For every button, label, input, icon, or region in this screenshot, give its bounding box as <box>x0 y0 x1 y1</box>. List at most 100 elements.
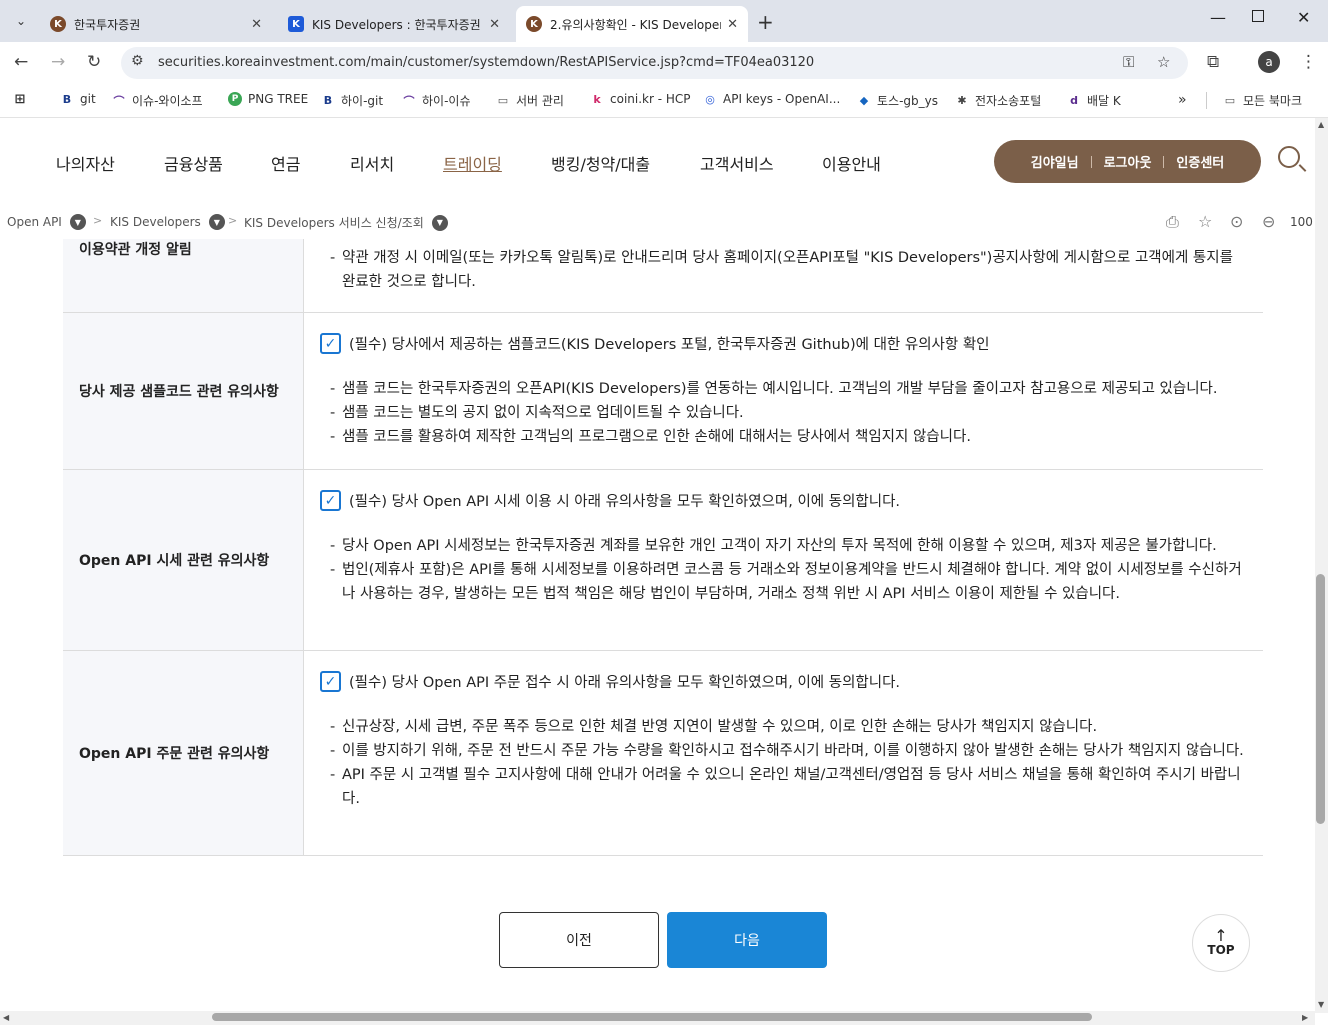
site-info-icon[interactable]: ⚙ <box>131 53 144 69</box>
all-bookmarks-item[interactable]: ▭ 모든 북마크 <box>1206 92 1302 109</box>
breadcrumb-item[interactable]: KIS Developers ▼ <box>110 214 225 230</box>
nav-research[interactable]: 리서치 <box>350 151 394 175</box>
user-menu: 김야일님 로그아웃 인증센터 <box>994 140 1261 183</box>
market-data-consent[interactable]: ✓ (필수) 당사 Open API 시세 이용 시 아래 유의사항을 모두 확… <box>320 490 1263 511</box>
next-button[interactable]: 다음 <box>667 912 827 968</box>
nav-pension[interactable]: 연금 <box>271 151 300 175</box>
new-tab-button[interactable]: + <box>757 10 774 34</box>
print-icon[interactable]: ⎙ <box>1166 212 1179 232</box>
bookmark-item[interactable]: B 하이-git <box>321 92 383 109</box>
nav-my-assets[interactable]: 나의자산 <box>56 151 115 175</box>
close-tab-icon[interactable]: ✕ <box>489 17 500 32</box>
minimize-icon[interactable]: — <box>1210 8 1226 27</box>
chevron-down-icon[interactable]: ▼ <box>431 214 448 231</box>
bookmark-item[interactable]: d 배달 K <box>1067 92 1121 109</box>
favorite-star-icon[interactable]: ☆ <box>1198 212 1212 231</box>
nav-banking[interactable]: 뱅킹/청약/대출 <box>551 151 650 175</box>
list-item: 이를 방지하기 위해, 주문 전 반드시 주문 가능 수량을 확인하시고 접수해… <box>320 739 1263 763</box>
bookmark-item[interactable]: Bgit <box>60 92 96 106</box>
order-consent[interactable]: ✓ (필수) 당사 Open API 주문 접수 시 아래 유의사항을 모두 확… <box>320 671 1263 692</box>
breadcrumb-separator-icon: > <box>93 214 103 227</box>
bookmark-icon: B <box>323 94 333 107</box>
scroll-right-icon[interactable]: ▶ <box>1302 1013 1308 1022</box>
more-menu-icon[interactable]: ⋮ <box>1300 52 1317 72</box>
terms-row: 이용약관 개정 알림 약관 개정 시 이메일(또는 카카오톡 알림톡)로 안내드… <box>63 239 1263 313</box>
folder-icon: ▭ <box>497 94 509 107</box>
zoom-out-icon[interactable]: ⊖ <box>1262 212 1275 231</box>
row-heading: Open API 시세 관련 유의사항 <box>63 470 304 650</box>
logout-link[interactable]: 로그아웃 <box>1092 152 1164 171</box>
nav-financial-products[interactable]: 금융상품 <box>164 151 223 175</box>
bullet-list: 신규상장, 시세 급변, 주문 폭주 등으로 인한 체결 반영 지연이 발생할 … <box>320 715 1263 811</box>
terms-table: 이용약관 개정 알림 약관 개정 시 이메일(또는 카카오톡 알림톡)로 안내드… <box>63 239 1263 856</box>
horizontal-scrollbar[interactable]: ◀ ▶ <box>0 1011 1315 1025</box>
bookmark-item[interactable]: ⌒ 하이-이슈 <box>402 92 471 109</box>
sample-code-consent[interactable]: ✓ (필수) 당사에서 제공하는 샘플코드(KIS Developers 포털,… <box>320 333 1263 354</box>
bookmark-item[interactable]: ▭ 서버 관리 <box>496 92 564 109</box>
address-bar[interactable]: ⚙ securities.koreainvestment.com/main/cu… <box>121 47 1188 79</box>
list-item: 샘플 코드는 별도의 공지 없이 지속적으로 업데이트될 수 있습니다. <box>320 401 1263 425</box>
url-text[interactable]: securities.koreainvestment.com/main/cust… <box>158 55 814 70</box>
share-icon[interactable]: ⊙ <box>1230 212 1243 231</box>
breadcrumb: Open API ▼ > KIS Developers ▼ > KIS Develo… <box>0 203 1315 239</box>
bookmarks-overflow-icon[interactable]: » <box>1178 92 1187 108</box>
scrollbar-thumb[interactable] <box>1316 574 1325 824</box>
scroll-left-icon[interactable]: ◀ <box>3 1013 9 1022</box>
browser-tab-bar: ⌄ K 한국투자증권 ✕ K KIS Developers : 한국투자증권 ✕… <box>0 0 1328 42</box>
row-heading: 당사 제공 샘플코드 관련 유의사항 <box>63 313 304 469</box>
bookmark-icon: ◎ <box>705 92 715 106</box>
bookmark-item[interactable]: k coini.kr - HCP <box>590 92 690 106</box>
bookmark-item[interactable]: P PNG TREE <box>228 92 308 106</box>
favicon-icon: K <box>50 16 66 32</box>
close-tab-icon[interactable]: ✕ <box>727 17 738 32</box>
breadcrumb-separator-icon: > <box>228 214 238 227</box>
search-icon[interactable] <box>1278 146 1300 168</box>
maximize-icon[interactable] <box>1252 10 1264 22</box>
key-icon[interactable]: ⚿ <box>1123 53 1134 71</box>
extensions-icon[interactable]: ⧉ <box>1207 52 1219 72</box>
list-item: 약관 개정 시 이메일(또는 카카오톡 알림톡)로 안내드리며 당사 홈페이지(… <box>320 246 1263 294</box>
forward-arrow-icon[interactable]: → <box>51 52 65 72</box>
bookmark-icon: d <box>1070 94 1078 107</box>
bullet-list: 당사 Open API 시세정보는 한국투자증권 계좌를 보유한 개인 고객이 … <box>320 534 1263 606</box>
bookmark-icon: B <box>62 92 72 106</box>
scroll-down-icon[interactable]: ▼ <box>1318 1000 1324 1009</box>
browser-tab-active[interactable]: K 2.유의사항확인 - KIS Developers ✕ <box>516 6 748 42</box>
nav-customer-service[interactable]: 고객서비스 <box>700 151 774 175</box>
user-name[interactable]: 김야일님 <box>1019 152 1091 171</box>
back-arrow-icon[interactable]: ← <box>14 52 28 72</box>
tab-search-chevron-icon[interactable]: ⌄ <box>8 8 34 34</box>
apps-grid-icon[interactable]: ⊞ <box>13 92 33 107</box>
bookmark-item[interactable]: ◆ 토스-gb_ys <box>857 92 938 109</box>
close-tab-icon[interactable]: ✕ <box>251 17 262 32</box>
chevron-down-icon[interactable]: ▼ <box>208 214 225 230</box>
bookmark-item[interactable]: ✱ 전자소송포털 <box>955 92 1041 109</box>
list-item: 샘플 코드를 활용하여 제작한 고객님의 프로그램으로 인한 손해에 대해서는 … <box>320 425 1263 449</box>
breadcrumb-item[interactable]: Open API ▼ <box>7 214 86 230</box>
bookmark-icon: k <box>593 92 601 106</box>
bookmark-item[interactable]: ⌒ 이슈-와이소프 <box>112 92 203 109</box>
chevron-down-icon[interactable]: ▼ <box>69 214 86 230</box>
scroll-up-icon[interactable]: ▲ <box>1318 120 1324 129</box>
nav-trading[interactable]: 트레이딩 <box>443 151 502 175</box>
checkbox-checked-icon[interactable]: ✓ <box>320 671 341 692</box>
arrow-up-icon: ↑ <box>1214 926 1228 945</box>
star-icon[interactable]: ☆ <box>1157 53 1170 71</box>
close-window-icon[interactable]: ✕ <box>1297 8 1310 27</box>
scroll-top-button[interactable]: ↑ TOP <box>1192 914 1250 972</box>
bookmark-item[interactable]: ◎ API keys - OpenAI... <box>703 92 840 106</box>
vertical-scrollbar[interactable]: ▲ ▼ <box>1315 118 1328 1013</box>
nav-guide[interactable]: 이용안내 <box>822 151 881 175</box>
profile-avatar[interactable]: a <box>1258 51 1280 73</box>
bullet-list: 약관 개정 시 이메일(또는 카카오톡 알림톡)로 안내드리며 당사 홈페이지(… <box>320 239 1263 294</box>
cert-center-link[interactable]: 인증센터 <box>1164 152 1236 171</box>
checkbox-checked-icon[interactable]: ✓ <box>320 333 341 354</box>
list-item: 신규상장, 시세 급변, 주문 폭주 등으로 인한 체결 반영 지연이 발생할 … <box>320 715 1263 739</box>
prev-button[interactable]: 이전 <box>499 912 659 968</box>
breadcrumb-item[interactable]: KIS Developers 서비스 신청/조회 ▼ <box>244 214 448 231</box>
browser-tab[interactable]: K KIS Developers : 한국투자증권 ✕ <box>278 6 510 42</box>
browser-tab[interactable]: K 한국투자증권 ✕ <box>40 6 272 42</box>
reload-icon[interactable]: ↻ <box>87 52 101 72</box>
scrollbar-thumb[interactable] <box>212 1013 1092 1021</box>
checkbox-checked-icon[interactable]: ✓ <box>320 490 341 511</box>
